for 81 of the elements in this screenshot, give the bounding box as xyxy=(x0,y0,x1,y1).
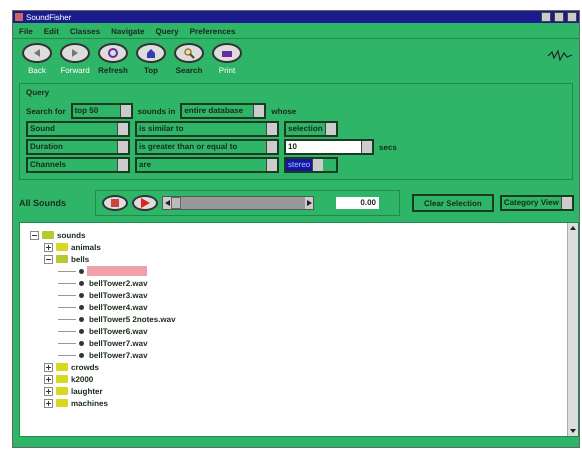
dropdown[interactable]: are xyxy=(135,157,279,173)
home-icon xyxy=(145,47,157,59)
dropdown[interactable]: Category View xyxy=(500,195,574,211)
position-slider[interactable] xyxy=(162,196,314,210)
time-field[interactable]: 0.00 xyxy=(336,197,379,209)
label: Search for xyxy=(26,106,66,116)
refresh-icon xyxy=(107,47,119,59)
dropdown[interactable]: Sound xyxy=(26,121,130,137)
tree-item[interactable]: laughter xyxy=(71,386,103,396)
folder-icon xyxy=(42,231,54,239)
dropdown[interactable]: Duration xyxy=(26,139,130,155)
dropdown[interactable]: Channels xyxy=(26,157,130,173)
tree-item[interactable]: bellTower7.wav xyxy=(87,350,150,360)
file-icon xyxy=(79,292,84,298)
tree-item[interactable]: sounds xyxy=(57,230,86,240)
stop-button[interactable] xyxy=(102,195,128,211)
file-icon xyxy=(79,340,84,346)
dropdown[interactable]: entire database xyxy=(180,103,266,119)
arrow-down-icon[interactable] xyxy=(570,429,576,433)
file-icon xyxy=(79,304,84,310)
play-button[interactable] xyxy=(132,195,158,211)
slider-thumb[interactable] xyxy=(171,197,182,209)
file-icon xyxy=(79,352,84,358)
tree-item[interactable]: animals xyxy=(71,242,101,252)
plus-icon[interactable] xyxy=(44,374,53,384)
file-icon xyxy=(79,268,84,274)
maximize-button[interactable] xyxy=(554,12,564,22)
tree-item[interactable]: bellTower2.wav xyxy=(87,278,150,288)
menu-item[interactable]: Preferences xyxy=(190,27,236,36)
arrow-right-icon[interactable] xyxy=(306,200,312,206)
window-title: SoundFisher xyxy=(26,12,72,22)
tree-item[interactable]: bells xyxy=(71,254,90,264)
tree-item[interactable]: k2000 xyxy=(71,374,94,384)
label: whose xyxy=(271,106,296,116)
menu-item[interactable]: Edit xyxy=(44,27,59,36)
dropdown[interactable]: stereo xyxy=(284,157,338,173)
plus-icon[interactable] xyxy=(44,242,53,252)
section-title: All Sounds xyxy=(19,198,67,208)
file-icon xyxy=(79,328,84,334)
tree-item[interactable]: bellTower3.wav xyxy=(87,290,150,300)
arrow-up-icon[interactable] xyxy=(570,226,576,230)
folder-icon xyxy=(56,375,68,383)
clear-selection-button[interactable]: Clear Selection xyxy=(412,194,494,212)
dropdown[interactable]: 10 xyxy=(284,139,374,155)
label: sounds in xyxy=(138,106,176,116)
plus-icon[interactable] xyxy=(44,386,53,396)
menu-item[interactable]: File xyxy=(19,27,33,36)
minus-icon[interactable] xyxy=(30,230,39,240)
scrollbar[interactable] xyxy=(567,223,578,436)
folder-icon xyxy=(56,255,68,263)
stop-icon xyxy=(111,199,119,207)
close-button[interactable] xyxy=(567,12,577,22)
app-icon xyxy=(15,13,23,21)
minimize-button[interactable] xyxy=(541,12,551,22)
folder-icon xyxy=(56,363,68,371)
dropdown[interactable]: is similar to xyxy=(135,121,279,137)
tree-item[interactable]: machines xyxy=(71,398,108,408)
file-icon xyxy=(79,316,84,322)
label: secs xyxy=(379,142,397,152)
minus-icon[interactable] xyxy=(44,254,53,264)
tree-item[interactable]: bellTower7.wav xyxy=(87,338,150,348)
tree-item[interactable]: bellTower4.wav xyxy=(87,302,150,312)
tree-item[interactable]: bellTower6.wav xyxy=(87,326,150,336)
folder-icon xyxy=(56,243,68,251)
search-icon xyxy=(183,47,195,59)
dropdown[interactable]: is greater than or equal to xyxy=(135,139,279,155)
file-icon xyxy=(79,280,84,286)
folder-icon xyxy=(56,399,68,407)
panel-title: Query xyxy=(26,88,50,97)
dropdown[interactable]: selection xyxy=(284,121,338,137)
dropdown[interactable]: top 50 xyxy=(70,103,133,119)
arrow-left-icon[interactable] xyxy=(164,200,170,206)
menu-item[interactable]: Navigate xyxy=(111,27,144,36)
menu-item[interactable]: Classes xyxy=(70,27,100,36)
plus-icon[interactable] xyxy=(44,362,53,372)
tree-item[interactable]: bellTower5 2notes.wav xyxy=(87,314,178,324)
folder-icon xyxy=(56,387,68,395)
plus-icon[interactable] xyxy=(44,398,53,408)
menu-item[interactable]: Query xyxy=(156,27,179,36)
play-icon xyxy=(140,198,150,208)
tree-item[interactable]: crowds xyxy=(71,362,100,372)
